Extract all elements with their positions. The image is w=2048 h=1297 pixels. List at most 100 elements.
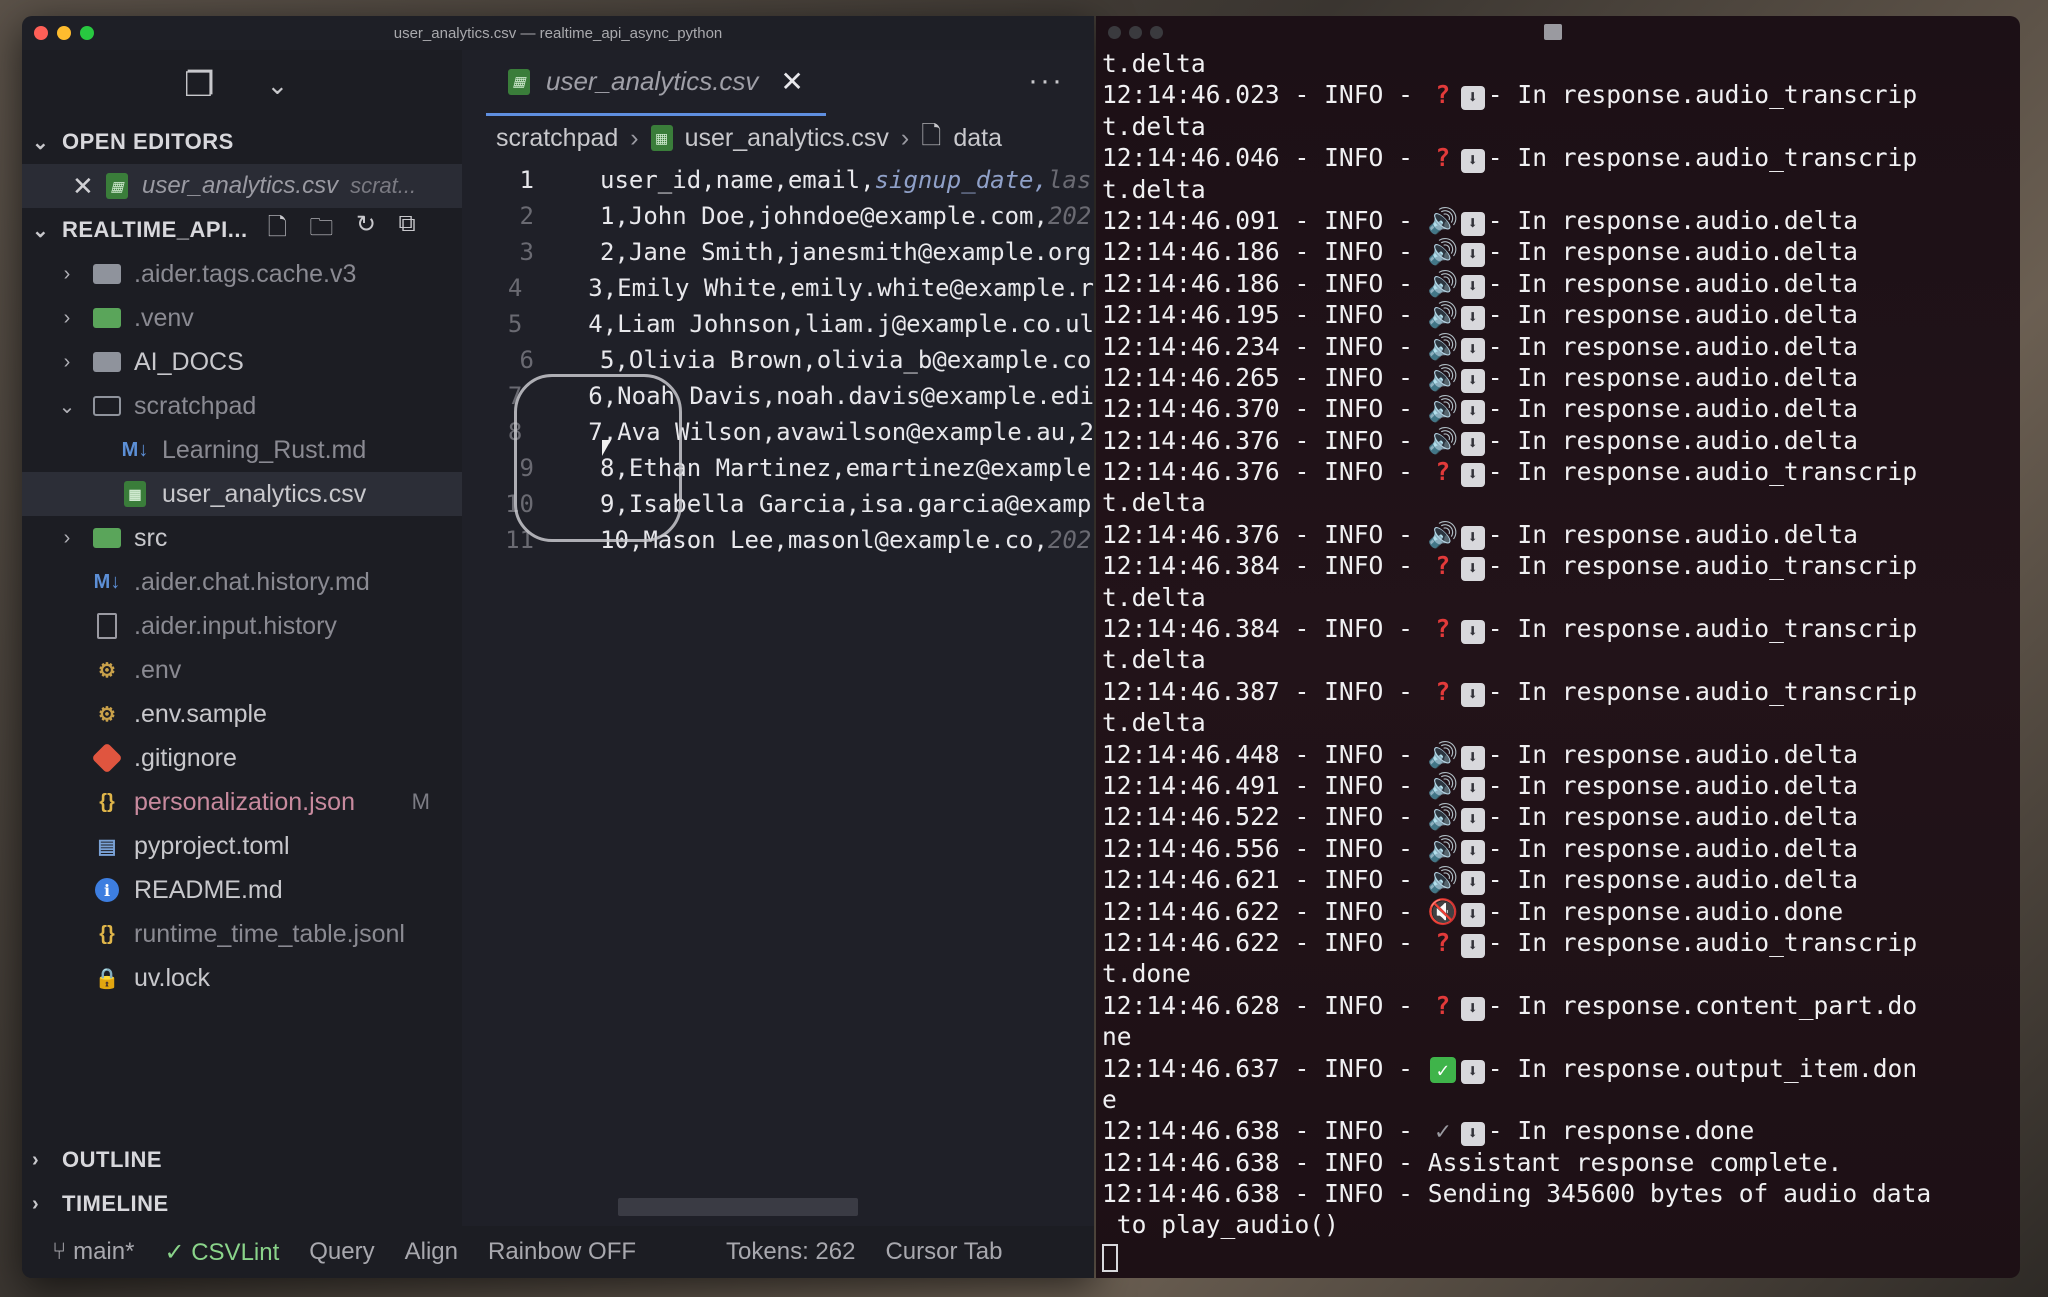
check-circle-icon: ✓	[164, 1238, 185, 1266]
tree-item-env-sample[interactable]: ⚙ .env.sample	[22, 692, 462, 736]
terminal-prompt[interactable]	[1102, 1241, 2020, 1272]
branch-indicator[interactable]: ⑂ main*	[52, 1238, 134, 1266]
question-mark-icon: ?	[1435, 614, 1451, 644]
code-line[interactable]: 10 9,Isabella Garcia,isa.garcia@examp	[462, 486, 1094, 522]
tree-item-env[interactable]: ⚙ .env	[22, 648, 462, 692]
align-button[interactable]: Align	[405, 1238, 458, 1266]
code-line[interactable]: 2 1,John Doe,johndoe@example.com,202	[462, 198, 1094, 234]
line-content: 4,Liam Johnson,liam.j@example.co.ul	[588, 310, 1094, 338]
terminal-output[interactable]: t.delta 12:14:46.023 - INFO - ? ⬇ - In resp…	[1096, 48, 2020, 1272]
explorer-actions: 🗋 🗀 ↻ ⧉	[268, 210, 417, 251]
horizontal-scrollbar[interactable]	[618, 1198, 858, 1216]
outline-header[interactable]: › OUTLINE	[22, 1138, 462, 1182]
terminal-line: 12:14:46.622 - INFO - 🔇 ⬇ - In response.au…	[1102, 896, 2020, 927]
code-area[interactable]: 1 user_id,name,email,signup_date,las 2 1,Jo…	[462, 162, 1094, 558]
code-line[interactable]: 11 10,Mason Lee,masonl@example.co,202	[462, 522, 1094, 558]
query-button[interactable]: Query	[309, 1238, 374, 1266]
download-arrow-icon: ⬇	[1460, 400, 1485, 425]
csv-file-icon: ▦	[650, 125, 673, 151]
tree-item-learning-rust[interactable]: M↓ Learning_Rust.md	[22, 428, 462, 472]
line-content: 3,Emily White,emily.white@example.r	[588, 274, 1094, 302]
tree-item-label: .aider.tags.cache.v3	[134, 259, 357, 288]
log-timestamp: 12:14:46.628	[1102, 990, 1280, 1020]
line-number: 11	[505, 526, 534, 554]
line-number: 5	[507, 310, 523, 338]
new-folder-icon[interactable]: 🗀	[309, 210, 334, 251]
close-icon[interactable]: ✕	[780, 65, 803, 98]
more-actions-icon[interactable]: ···	[1028, 64, 1064, 98]
settings-file-icon: ⚙	[98, 703, 116, 726]
tree-item-ai-docs[interactable]: › AI_DOCS	[22, 340, 462, 384]
log-continuation: t.delta	[1102, 645, 1206, 675]
tree-item-venv[interactable]: › .venv	[22, 296, 462, 340]
log-message: In response.output_item.don	[1517, 1053, 1918, 1083]
log-timestamp: 12:14:46.638	[1102, 1179, 1280, 1209]
line-text: 4,Liam Johnson,liam.j@example.co.ul	[550, 310, 1094, 338]
open-editors-header[interactable]: ⌄ OPEN EDITORS	[22, 120, 462, 164]
tree-item-readme[interactable]: i README.md	[22, 868, 462, 912]
settings-file-icon: ⚙	[98, 659, 116, 682]
tree-item-label: .venv	[134, 303, 194, 332]
line-text: 3,Emily White,emily.white@example.r	[550, 274, 1094, 302]
open-editor-item[interactable]: ✕ ▦ user_analytics.csv scrat...	[22, 164, 462, 208]
chevron-down-icon[interactable]: ⌄	[266, 70, 288, 101]
tab-user-analytics[interactable]: ▦ user_analytics.csv ✕	[486, 50, 826, 116]
zoom-window-button[interactable]	[1150, 25, 1163, 39]
timeline-header[interactable]: › TIMELINE	[22, 1182, 462, 1226]
tree-item-scratchpad[interactable]: ⌄ scratchpad	[22, 384, 462, 428]
minimize-window-button[interactable]	[57, 26, 71, 40]
line-content: 2,Jane Smith,janesmith@example.org	[600, 238, 1092, 266]
cursor-tab-button[interactable]: Cursor Tab	[885, 1238, 1002, 1266]
line-text: user_id,name,email,signup_date,las	[562, 166, 1091, 194]
refresh-icon[interactable]: ↻	[356, 210, 377, 251]
minimize-window-button[interactable]	[1129, 25, 1142, 39]
tree-item-aider-input-history[interactable]: .aider.input.history	[22, 604, 462, 648]
tree-item-label: AI_DOCS	[134, 347, 244, 376]
log-message: Sending 345600 bytes of audio data	[1427, 1179, 1932, 1209]
download-arrow-icon: ⬇	[1460, 86, 1485, 111]
tree-item-aider-chat-history[interactable]: M↓ .aider.chat.history.md	[22, 560, 462, 604]
breadcrumb-item[interactable]: data	[953, 124, 1002, 153]
terminal-line: 12:14:46.387 - INFO - ? ⬇ - In response.au…	[1102, 676, 2020, 707]
close-window-button[interactable]	[1108, 25, 1121, 39]
log-separator: -	[1487, 739, 1518, 769]
log-timestamp: 12:14:46.186	[1102, 237, 1280, 267]
tree-item-gitignore[interactable]: .gitignore	[22, 736, 462, 780]
code-line[interactable]: 5 4,Liam Johnson,liam.j@example.co.ul	[462, 306, 1094, 342]
tree-item-runtime-table[interactable]: {} runtime_time_table.jsonl	[22, 912, 462, 956]
tree-item-pyproject[interactable]: ▤ pyproject.toml	[22, 824, 462, 868]
project-header[interactable]: ⌄ REALTIME_API... 🗋 🗀 ↻ ⧉	[22, 208, 462, 252]
log-continuation: t.done	[1102, 959, 1191, 989]
line-content: 8,Ethan Martinez,emartinez@example	[600, 454, 1092, 482]
zoom-window-button[interactable]	[80, 26, 94, 40]
csvlint-status[interactable]: ✓ CSVLint	[164, 1238, 279, 1267]
code-line[interactable]: 6 5,Olivia Brown,olivia_b@example.co	[462, 342, 1094, 378]
code-line[interactable]: 3 2,Jane Smith,janesmith@example.org	[462, 234, 1094, 270]
terminal-line: t.delta	[1102, 174, 2020, 205]
terminal-line: 12:14:46.628 - INFO - ? ⬇ - In response.co…	[1102, 990, 2020, 1021]
code-line[interactable]: 1 user_id,name,email,signup_date,las	[462, 162, 1094, 198]
code-line[interactable]: 7 6,Noah Davis,noah.davis@example.edi	[462, 378, 1094, 414]
tree-item-personalization[interactable]: {} personalization.json M	[22, 780, 462, 824]
code-line[interactable]: 8 7,Ava Wilson,avawilson@example.au,2	[462, 414, 1094, 450]
log-separator: -	[1487, 1053, 1518, 1083]
code-line[interactable]: 4 3,Emily White,emily.white@example.r	[462, 270, 1094, 306]
breadcrumb-item[interactable]: scratchpad	[496, 124, 618, 153]
tree-item-src[interactable]: › src	[22, 516, 462, 560]
close-icon[interactable]: ✕	[72, 171, 106, 202]
new-file-icon[interactable]: 🗋	[268, 210, 288, 251]
code-line[interactable]: 9 8,Ethan Martinez,emartinez@example	[462, 450, 1094, 486]
log-message: In response.audio.delta	[1517, 802, 1858, 832]
close-window-button[interactable]	[34, 26, 48, 40]
collapse-all-icon[interactable]: ⧉	[398, 210, 416, 251]
log-message: In response.audio_transcrip	[1517, 614, 1918, 644]
log-separator: -	[1487, 770, 1518, 800]
tree-item-user-analytics[interactable]: ▦ user_analytics.csv	[22, 472, 462, 516]
tree-item-uv-lock[interactable]: 🔒 uv.lock	[22, 956, 462, 1000]
tree-item-aider-tags-cache[interactable]: › .aider.tags.cache.v3	[22, 252, 462, 296]
breadcrumb-item[interactable]: user_analytics.csv	[685, 124, 889, 153]
rainbow-toggle[interactable]: Rainbow OFF	[488, 1238, 636, 1266]
explorer-files-icon[interactable]: ❐	[184, 65, 214, 105]
download-arrow-icon: ⬇	[1460, 933, 1485, 958]
log-message: Assistant response complete.	[1427, 1147, 1843, 1177]
